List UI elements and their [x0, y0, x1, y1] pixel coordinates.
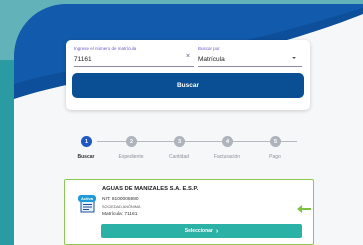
- company-name: AGUAS DE MANIZALES S.A. E.S.P.: [102, 186, 199, 192]
- search-by-label: Buscar por: [198, 46, 220, 51]
- step-4-label: Facturación: [213, 154, 241, 160]
- company-type: SOCIEDAD ANÓNIMA: [102, 205, 141, 209]
- registration-number-input[interactable]: 71161: [74, 56, 92, 63]
- arrow-left-icon: [297, 205, 311, 213]
- progress-stepper: 1 2 3 4 5 Buscar Expediente Cantidad Fac…: [66, 136, 316, 166]
- search-button[interactable]: Buscar: [72, 73, 304, 98]
- search-panel: Ingrese el número de matrícula 71161 × B…: [66, 40, 310, 110]
- close-icon[interactable]: ×: [184, 53, 192, 61]
- step-5-label: Pago: [269, 154, 281, 160]
- step-2-label: Expediente: [118, 154, 144, 160]
- step-3-dot: 3: [174, 136, 185, 147]
- result-card[interactable]: Activa AGUAS DE MANIZALES S.A. E.S.P. NI…: [64, 179, 314, 245]
- company-nit: NIT: 8100005980: [102, 197, 139, 202]
- step-1-label: Buscar: [77, 154, 95, 160]
- registration-number-underline: [74, 66, 194, 67]
- search-by-underline: [198, 66, 302, 67]
- step-2-dot: 2: [126, 136, 137, 147]
- select-button-label: Seleccionar: [184, 228, 213, 234]
- step-5-dot: 5: [270, 136, 281, 147]
- step-4-dot: 4: [222, 136, 233, 147]
- company-registration: Matrícula: 71161: [102, 212, 138, 217]
- select-button[interactable]: Seleccionar ›: [101, 224, 302, 238]
- search-by-select[interactable]: Matrícula: [198, 56, 225, 63]
- chevron-right-icon: ›: [215, 227, 219, 235]
- step-1-dot: 1: [81, 136, 92, 147]
- step-3-label: Cantidad: [168, 154, 189, 160]
- chevron-down-icon[interactable]: [292, 57, 296, 59]
- registration-number-label: Ingrese el número de matrícula: [74, 46, 137, 51]
- status-badge: Activa: [78, 195, 96, 202]
